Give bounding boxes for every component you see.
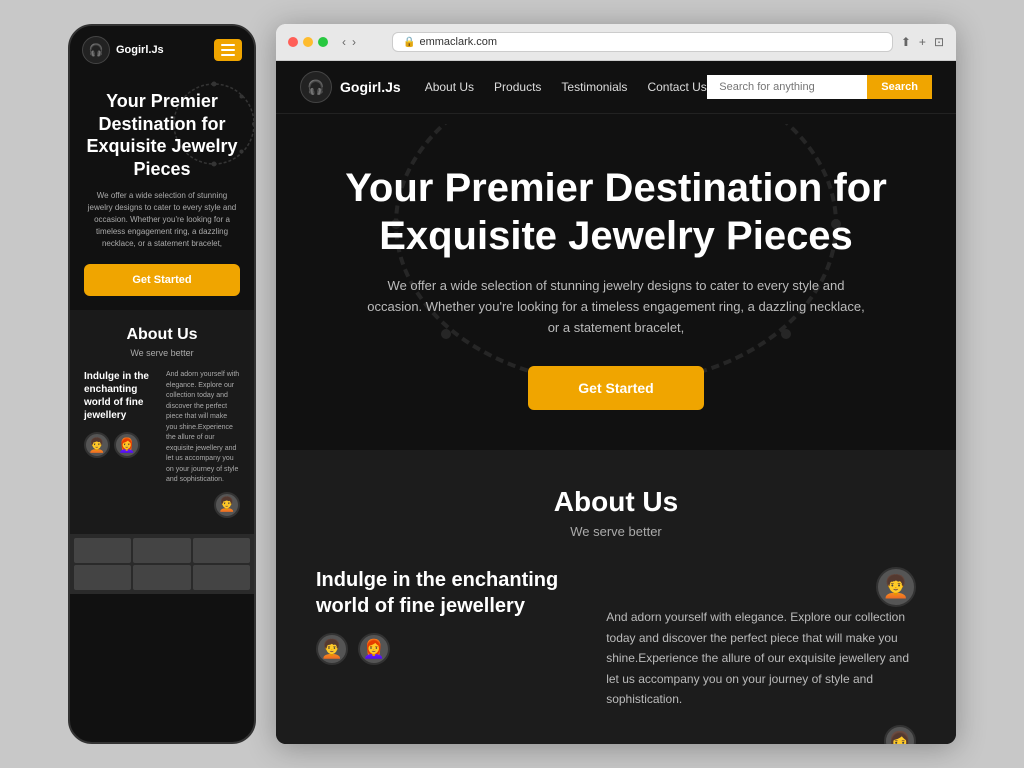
jewelry-cell-4 bbox=[74, 565, 131, 590]
mobile-logo-text: Gogirl.Js bbox=[116, 44, 164, 56]
about-avatar-4: 👩 bbox=[884, 725, 916, 744]
desktop-site: 🎧 Gogirl.Js About Us Products Testimonia… bbox=[276, 61, 956, 744]
nav-links: About Us Products Testimonials Contact U… bbox=[425, 80, 708, 94]
desktop-about-section: About Us We serve better Indulge in the … bbox=[276, 450, 956, 744]
avatar-1: 🧑‍🦱 bbox=[84, 432, 110, 458]
about-content: Indulge in the enchanting world of fine … bbox=[316, 567, 916, 744]
mobile-indulge-title: Indulge in the enchanting world of fine … bbox=[84, 370, 158, 422]
jewelry-cell-5 bbox=[133, 565, 190, 590]
mobile-hero-title: Your Premier Destination for Exquisite J… bbox=[84, 90, 240, 180]
add-tab-icon[interactable]: + bbox=[919, 35, 926, 49]
nav-link-contact[interactable]: Contact Us bbox=[647, 80, 706, 94]
avatar-right-group: 🧑‍🦱 bbox=[606, 567, 916, 607]
mobile-hero-section: Your Premier Destination for Exquisite J… bbox=[70, 74, 254, 310]
jewelry-cell-6 bbox=[193, 565, 250, 590]
indulge-title: Indulge in the enchanting world of fine … bbox=[316, 567, 574, 619]
mobile-about-title: About Us bbox=[84, 326, 240, 344]
about-subtitle-text: We serve better bbox=[316, 524, 916, 539]
mobile-logo-icon: 🎧 bbox=[82, 36, 110, 64]
nav-link-about[interactable]: About Us bbox=[425, 80, 474, 94]
mobile-mockup: 🎧 Gogirl.Js Your Premier Destination for… bbox=[68, 24, 256, 744]
mobile-avatar-group: 🧑‍🦱 👩‍🦰 bbox=[84, 432, 158, 458]
jewelry-box-visual bbox=[70, 534, 254, 594]
desktop-hero-subtitle: We offer a wide selection of stunning je… bbox=[366, 276, 866, 338]
nav-link-products[interactable]: Products bbox=[494, 80, 541, 94]
hamburger-button[interactable] bbox=[214, 39, 242, 61]
hamburger-line-1 bbox=[221, 44, 235, 46]
about-left-column: Indulge in the enchanting world of fine … bbox=[316, 567, 574, 665]
hero-title-line1: Your Premier Destination for bbox=[345, 166, 887, 210]
jewelry-cell-2 bbox=[133, 538, 190, 563]
about-avatars-group: 🧑‍🦱 👩‍🦰 bbox=[316, 633, 574, 665]
desktop-get-started-button[interactable]: Get Started bbox=[528, 366, 703, 410]
hamburger-icon bbox=[221, 44, 235, 56]
traffic-lights bbox=[288, 37, 328, 47]
search-button[interactable]: Search bbox=[867, 75, 932, 99]
share-icon[interactable]: ⬆ bbox=[901, 35, 911, 49]
traffic-light-yellow[interactable] bbox=[303, 37, 313, 47]
jewelry-cell-1 bbox=[74, 538, 131, 563]
about-avatar-2: 👩‍🦰 bbox=[358, 633, 390, 665]
desktop-mockup: ‹ › 🔒 emmaclark.com ⬆ + ⊡ 🎧 Gogirl.Js Ab… bbox=[276, 24, 956, 744]
about-header: About Us We serve better bbox=[316, 486, 916, 539]
address-bar[interactable]: 🔒 emmaclark.com bbox=[392, 32, 893, 52]
mobile-hero-subtitle: We offer a wide selection of stunning je… bbox=[84, 190, 240, 250]
url-text: emmaclark.com bbox=[419, 36, 497, 48]
traffic-light-green[interactable] bbox=[318, 37, 328, 47]
search-input[interactable] bbox=[707, 75, 867, 99]
desktop-logo-icon: 🎧 bbox=[300, 71, 332, 103]
mobile-about-content: Indulge in the enchanting world of fine … bbox=[84, 370, 240, 518]
hero-title-line2: Exquisite Jewelry Pieces bbox=[379, 214, 853, 258]
more-icon[interactable]: ⊡ bbox=[934, 35, 944, 49]
browser-controls: ‹ › bbox=[342, 35, 356, 49]
mobile-jewelry-image bbox=[70, 534, 254, 594]
mobile-nav: 🎧 Gogirl.Js bbox=[70, 26, 254, 74]
about-title: About Us bbox=[316, 486, 916, 518]
desktop-hero-section: Your Premier Destination for Exquisite J… bbox=[276, 114, 956, 450]
about-avatar-1: 🧑‍🦱 bbox=[316, 633, 348, 665]
desktop-logo-text: Gogirl.Js bbox=[340, 79, 401, 95]
desktop-logo: 🎧 Gogirl.Js bbox=[300, 71, 401, 103]
mobile-about-subtitle: We serve better bbox=[84, 348, 240, 358]
browser-chrome: ‹ › 🔒 emmaclark.com ⬆ + ⊡ bbox=[276, 24, 956, 61]
avatar-2: 👩‍🦰 bbox=[114, 432, 140, 458]
desktop-nav: 🎧 Gogirl.Js About Us Products Testimonia… bbox=[276, 61, 956, 114]
desktop-hero-title: Your Premier Destination for Exquisite J… bbox=[316, 164, 916, 260]
lock-icon: 🔒 bbox=[403, 37, 415, 48]
mobile-about-section: About Us We serve better Indulge in the … bbox=[70, 310, 254, 534]
nav-link-testimonials[interactable]: Testimonials bbox=[561, 80, 627, 94]
nav-search: Search bbox=[707, 75, 932, 99]
jewelry-cell-3 bbox=[193, 538, 250, 563]
mobile-about-desc: And adorn yourself with elegance. Explor… bbox=[166, 370, 240, 486]
mobile-get-started-button[interactable]: Get Started bbox=[84, 264, 240, 296]
about-right-column: 🧑‍🦱 And adorn yourself with elegance. Ex… bbox=[606, 567, 916, 744]
about-description: And adorn yourself with elegance. Explor… bbox=[606, 607, 916, 709]
avatar-3: 🧑‍🦱 bbox=[214, 492, 240, 518]
browser-back-button[interactable]: ‹ bbox=[342, 35, 346, 49]
mobile-logo: 🎧 Gogirl.Js bbox=[82, 36, 164, 64]
avatar-bottom-group: 👩 bbox=[606, 725, 916, 744]
hamburger-line-2 bbox=[221, 49, 235, 51]
mobile-about-text: Indulge in the enchanting world of fine … bbox=[84, 370, 158, 518]
browser-actions: ⬆ + ⊡ bbox=[901, 35, 944, 49]
browser-forward-button[interactable]: › bbox=[352, 35, 356, 49]
hamburger-line-3 bbox=[221, 54, 235, 56]
mobile-about-right: And adorn yourself with elegance. Explor… bbox=[166, 370, 240, 518]
about-avatar-3: 🧑‍🦱 bbox=[876, 567, 916, 607]
traffic-light-red[interactable] bbox=[288, 37, 298, 47]
